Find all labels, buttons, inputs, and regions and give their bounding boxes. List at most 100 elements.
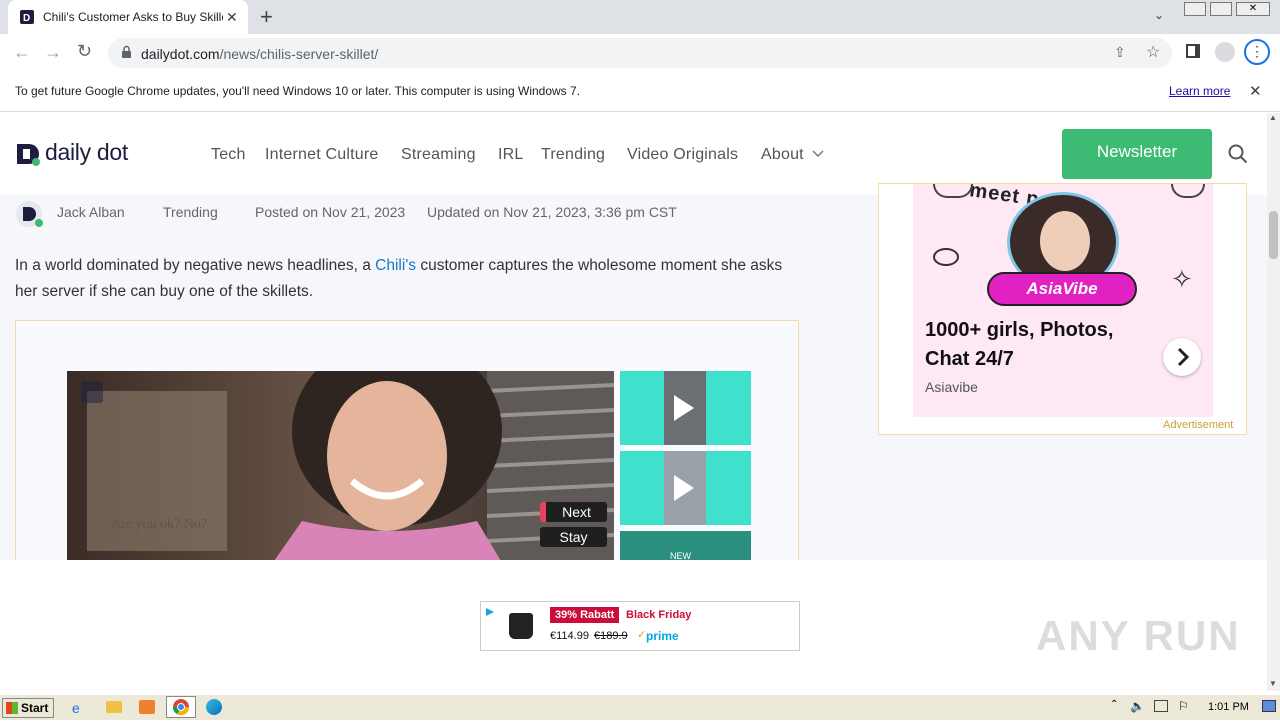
adchoices-icon[interactable]	[485, 604, 495, 622]
url-domain: dailydot.com	[141, 46, 220, 62]
price: €114.99	[550, 630, 589, 642]
next-button[interactable]: Next	[540, 502, 607, 522]
nav-video-originals[interactable]: Video Originals	[627, 146, 738, 164]
badge-text: AsiaVibe	[1026, 279, 1098, 298]
show-desktop-icon[interactable]	[1262, 700, 1276, 712]
menu-icon[interactable]: ⋮	[1244, 39, 1270, 65]
cloud-icon	[933, 184, 973, 198]
author-avatar[interactable]	[15, 200, 45, 231]
nav-streaming[interactable]: Streaming	[401, 146, 476, 164]
stay-label: Stay	[559, 529, 588, 545]
page-viewport: daily dot Tech Internet Culture Streamin…	[0, 113, 1267, 691]
new-tab-icon[interactable]: +	[260, 4, 273, 30]
nav-internet-culture[interactable]: Internet Culture	[265, 146, 378, 164]
back-icon[interactable]: ←	[13, 42, 31, 63]
ad-headline: 1000+ girls, Photos, Chat 24/7	[925, 319, 1114, 370]
url-text[interactable]: dailydot.com/news/chilis-server-skillet/	[141, 46, 378, 62]
scrollbar-thumb[interactable]	[1269, 211, 1278, 259]
stay-button[interactable]: Stay	[540, 527, 607, 547]
video-logo-icon	[81, 381, 103, 403]
ie-icon[interactable]: e	[72, 700, 80, 716]
tray-expand-icon[interactable]: ⌃	[1110, 699, 1118, 710]
next-label: Next	[562, 504, 591, 520]
article-category[interactable]: Trending	[163, 204, 218, 220]
author-name[interactable]: Jack Alban	[57, 204, 125, 220]
nav-irl[interactable]: IRL	[498, 146, 524, 164]
video-caption: Are you ok? No?	[111, 517, 208, 532]
planet-icon	[933, 248, 959, 266]
browser-toolbar: ← → ↻ dailydot.com/news/chilis-server-sk…	[0, 34, 1280, 72]
bookmark-star-icon[interactable]: ☆	[1146, 42, 1160, 62]
chevron-right-icon[interactable]	[1163, 338, 1201, 376]
forward-icon[interactable]: →	[44, 42, 62, 63]
play-icon	[672, 473, 696, 508]
flag-icon[interactable]: ⚐	[1178, 699, 1189, 713]
windows-logo-icon	[6, 702, 18, 714]
product-image	[509, 613, 533, 639]
asiavibe-badge: AsiaVibe	[987, 272, 1137, 306]
page-scrollbar[interactable]: ▲ ▼	[1267, 113, 1280, 691]
svg-text:D: D	[23, 13, 30, 24]
discount-badge: 39% Rabatt	[550, 607, 620, 623]
learn-more-link[interactable]: Learn more	[1169, 84, 1230, 98]
reload-icon[interactable]: ↻	[77, 41, 92, 62]
speaker-icon[interactable]: 🔈	[1130, 699, 1145, 713]
url-path: /news/chilis-server-skillet/	[219, 46, 379, 62]
taskbar-clock[interactable]: 1:01 PM	[1208, 701, 1249, 713]
cloud-icon	[1171, 184, 1205, 198]
play-icon	[672, 393, 696, 428]
old-price: €189.9	[594, 630, 628, 642]
share-icon[interactable]: ⇪	[1114, 44, 1126, 61]
ad-advertiser: Asiavibe	[925, 379, 978, 395]
profile-icon[interactable]	[1215, 42, 1235, 62]
minimize-icon[interactable]	[1184, 2, 1206, 16]
start-button[interactable]: Start	[2, 698, 54, 718]
search-icon[interactable]	[1228, 144, 1248, 169]
logo-mark-icon	[15, 142, 41, 171]
nav-trending[interactable]: Trending	[541, 146, 605, 164]
video-thumbnail-2[interactable]	[620, 451, 751, 525]
windows-taskbar: Start e ⌃ 🔈 ⚐ 1:01 PM	[0, 694, 1280, 720]
folder-icon[interactable]	[106, 701, 122, 713]
video-player[interactable]: Are you ok? No? Next Stay	[67, 371, 614, 571]
sparkle-icon: ✧	[1171, 264, 1193, 294]
prime-checkmark-icon: ✓	[637, 629, 647, 641]
tab-close-icon[interactable]: ✕	[226, 9, 238, 26]
infobar-message: To get future Google Chrome updates, you…	[15, 84, 581, 98]
update-infobar: To get future Google Chrome updates, you…	[0, 72, 1280, 112]
advertisement-label: Advertisement	[1163, 419, 1234, 431]
infobar-close-icon[interactable]: ✕	[1249, 82, 1262, 100]
video-thumbnail-1[interactable]	[620, 371, 751, 445]
start-label: Start	[21, 701, 49, 715]
restore-icon[interactable]	[1210, 2, 1232, 16]
article-byline: Jack Alban Trending Posted on Nov 21, 20…	[0, 201, 800, 227]
address-bar[interactable]: dailydot.com/news/chilis-server-skillet/…	[108, 38, 1172, 68]
anyrun-watermark: ANY RUN	[1036, 612, 1241, 659]
chilis-link[interactable]: Chili's	[375, 257, 416, 274]
updated-date: Updated on Nov 21, 2023, 3:36 pm CST	[427, 204, 677, 220]
prime-label: prime	[646, 629, 679, 643]
asiavibe-ad[interactable]: meet people ✧ AsiaVibe 1000+ girls, Phot…	[913, 184, 1213, 417]
close-window-icon[interactable]: ✕	[1236, 2, 1270, 16]
network-icon[interactable]	[1154, 700, 1168, 712]
event-label: Black Friday	[626, 609, 692, 621]
chrome-taskbar-icon[interactable]	[166, 696, 196, 718]
scroll-down-icon[interactable]: ▼	[1269, 679, 1277, 688]
article-lede: In a world dominated by negative news he…	[15, 253, 800, 305]
tab-title: Chili's Customer Asks to Buy Skillet A	[43, 10, 223, 24]
newsletter-button[interactable]: Newsletter	[1062, 129, 1212, 179]
scroll-up-icon[interactable]: ▲	[1269, 113, 1277, 122]
side-panel-icon[interactable]	[1186, 44, 1200, 58]
lock-icon	[121, 45, 132, 64]
favicon-icon: D	[20, 10, 34, 24]
posted-date: Posted on Nov 21, 2023	[255, 204, 406, 220]
lede-text-start: In a world dominated by negative news he…	[15, 257, 376, 274]
nav-tech[interactable]: Tech	[211, 146, 246, 164]
shopping-ad[interactable]: 39% Rabatt Black Friday €114.99 €189.9 ✓…	[480, 601, 800, 651]
tab-search-icon[interactable]: ⌄	[1154, 8, 1164, 22]
media-player-icon[interactable]	[139, 700, 155, 714]
tab-strip: D Chili's Customer Asks to Buy Skillet A…	[0, 0, 1280, 34]
browser-tab[interactable]: D Chili's Customer Asks to Buy Skillet A…	[8, 0, 248, 34]
nav-about[interactable]: About	[761, 146, 804, 164]
edge-icon[interactable]	[206, 699, 222, 715]
